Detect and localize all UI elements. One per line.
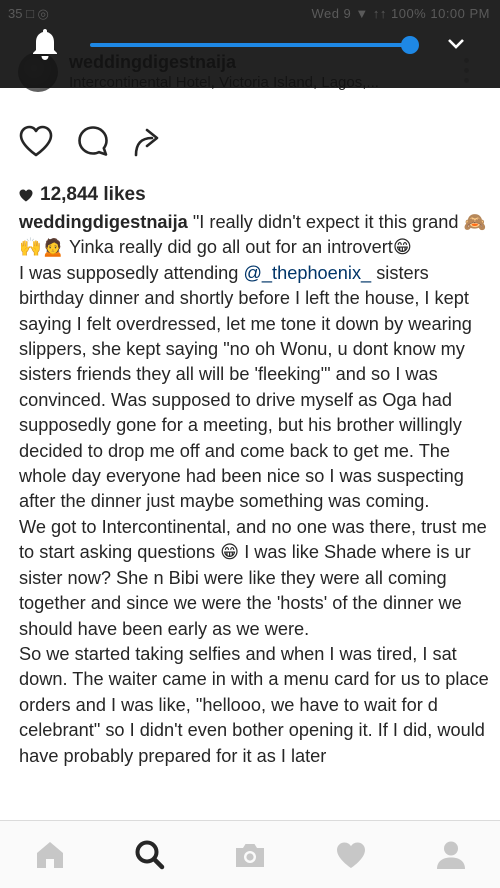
- search-icon[interactable]: [133, 839, 167, 871]
- likes-count[interactable]: 12,844 likes: [19, 184, 146, 206]
- post-actions: [0, 124, 500, 166]
- comment-icon[interactable]: [76, 124, 110, 158]
- volume-slider[interactable]: [90, 43, 412, 47]
- volume-slider-thumb[interactable]: [401, 36, 419, 54]
- caption-paragraph-3: We got to Intercontinental, and no one w…: [19, 516, 487, 639]
- bottom-nav: [0, 820, 500, 888]
- caption-text-2a: I was supposedly attending: [19, 262, 244, 283]
- heart-filled-icon: [19, 189, 33, 201]
- mention-link[interactable]: @_thephoenix_: [243, 263, 371, 283]
- post-caption: weddingdigestnaija "I really didn't expe…: [19, 210, 489, 769]
- camera-icon[interactable]: [233, 839, 267, 871]
- share-arrow-icon[interactable]: [131, 124, 165, 158]
- likes-text: 12,844 likes: [40, 184, 146, 205]
- status-bar-right: Wed 9 ▼ ↑↑ 100% 10:00 PM: [311, 6, 490, 21]
- caption-username[interactable]: weddingdigestnaija: [19, 212, 188, 232]
- status-bar-left: 35 □ ◎: [8, 6, 49, 21]
- caption-paragraph-2: I was supposedly attending @_thephoenix_…: [19, 261, 489, 515]
- home-icon[interactable]: [33, 839, 67, 871]
- heart-outline-icon[interactable]: [18, 124, 54, 158]
- volume-overlay: 35 □ ◎ Wed 9 ▼ ↑↑ 100% 10:00 PM: [0, 0, 500, 88]
- caption-paragraph-1: weddingdigestnaija "I really didn't expe…: [19, 210, 489, 261]
- bell-icon[interactable]: [30, 27, 60, 61]
- heart-icon[interactable]: [334, 839, 368, 871]
- caption-text-2b: sisters birthday dinner and shortly befo…: [19, 262, 472, 512]
- caption-paragraph-4: So we started taking selfies and when I …: [19, 643, 489, 766]
- profile-icon[interactable]: [434, 839, 468, 871]
- chevron-down-icon[interactable]: [446, 36, 466, 52]
